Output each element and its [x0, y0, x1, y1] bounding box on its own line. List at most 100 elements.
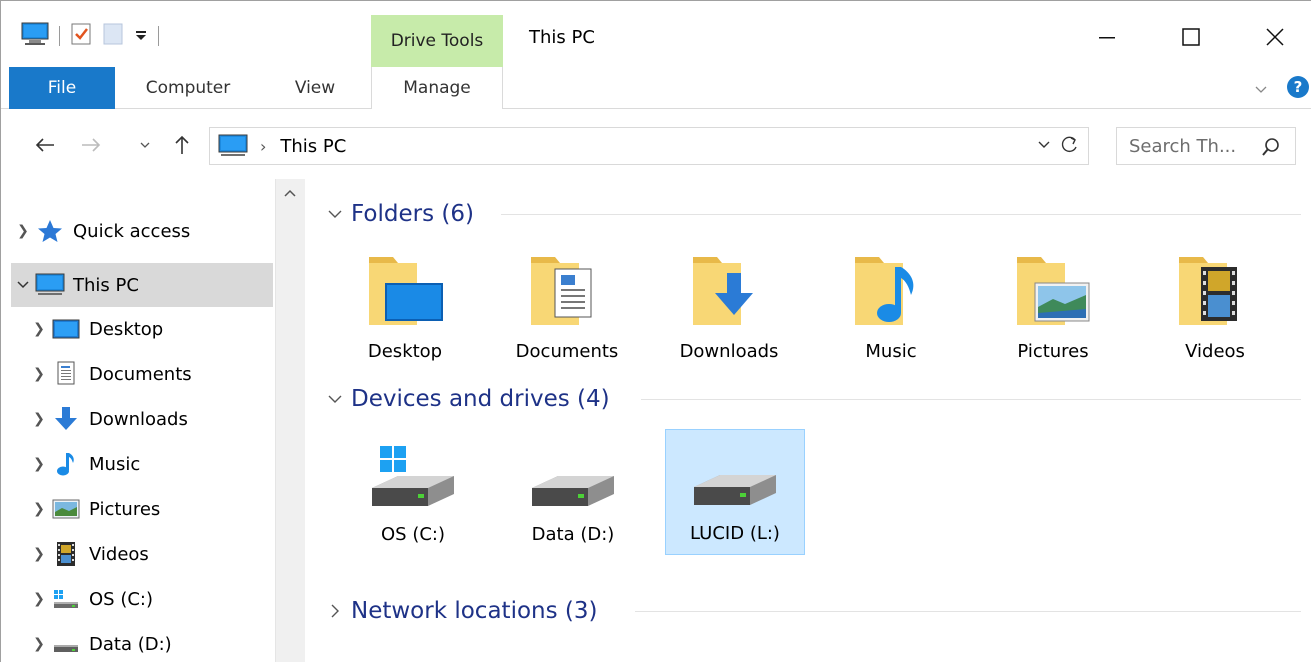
breadcrumb-this-pc[interactable]: This PC — [280, 136, 346, 157]
up-button[interactable] — [167, 127, 197, 163]
sidebar-item-videos[interactable]: ❯ Videos — [27, 532, 273, 576]
sidebar-item-os-c[interactable]: ❯ OS (C:) — [27, 577, 273, 621]
folder-tile-music[interactable]: Music — [821, 249, 961, 369]
sidebar-item-pictures[interactable]: ❯ Pictures — [27, 487, 273, 531]
recent-locations-button[interactable] — [133, 127, 157, 163]
drive-label: LUCID (L:) — [690, 523, 780, 544]
chevron-down-icon — [328, 395, 342, 403]
sidebar-item-data-d[interactable]: ❯ Data (D:) — [27, 622, 273, 662]
close-button[interactable] — [1247, 17, 1303, 57]
videos-folder-icon — [1175, 249, 1255, 329]
drive-icon — [51, 631, 81, 657]
folder-label: Desktop — [367, 341, 443, 362]
folders-group-header[interactable]: Folders (6) — [325, 197, 474, 231]
group-divider — [501, 214, 1301, 215]
sidebar-item-label: Pictures — [89, 498, 161, 520]
tab-computer[interactable]: Computer — [129, 67, 247, 109]
breadcrumb-separator-icon: › — [260, 136, 267, 156]
sidebar-item-label: Videos — [89, 543, 149, 565]
group-divider — [635, 611, 1301, 612]
folder-tile-documents[interactable]: Documents — [497, 249, 637, 369]
drive-tile-data-d[interactable]: Data (D:) — [503, 429, 643, 555]
folders-group-title: Folders (6) — [351, 201, 474, 227]
star-icon — [35, 218, 65, 244]
sidebar-item-this-pc[interactable]: This PC — [11, 263, 273, 307]
maximize-icon — [1182, 28, 1200, 46]
sidebar-item-desktop[interactable]: ❯ Desktop — [27, 307, 273, 351]
sidebar-item-quick-access[interactable]: ❯ Quick access — [11, 209, 273, 253]
folder-tile-desktop[interactable]: Desktop — [335, 249, 475, 369]
devices-group-title: Devices and drives (4) — [351, 386, 610, 412]
navigation-row: › This PC Search Th... — [1, 121, 1311, 169]
drive-label: Data (D:) — [531, 524, 615, 545]
pictures-folder-icon — [1013, 249, 1093, 329]
windows-drive-icon — [368, 442, 458, 512]
content-pane: Folders (6) Desktop Documents Downloads — [313, 179, 1311, 662]
back-button[interactable] — [27, 127, 63, 163]
sidebar-item-documents[interactable]: ❯ Documents — [27, 352, 273, 396]
close-icon — [1266, 28, 1284, 46]
chevron-right-icon[interactable]: ❯ — [27, 321, 51, 337]
ribbon-tab-bar: File Computer View Manage ? — [1, 67, 1311, 109]
film-strip-icon — [51, 541, 81, 567]
hard-drive-icon — [690, 441, 780, 511]
address-bar[interactable]: › This PC — [209, 127, 1089, 165]
network-group-header[interactable]: Network locations (3) — [325, 594, 597, 628]
expand-ribbon-button[interactable] — [1251, 79, 1271, 99]
tab-file[interactable]: File — [9, 67, 115, 109]
devices-group-header[interactable]: Devices and drives (4) — [325, 382, 610, 416]
folder-tile-downloads[interactable]: Downloads — [659, 249, 799, 369]
folder-tile-pictures[interactable]: Pictures — [983, 249, 1123, 369]
scroll-up-icon[interactable] — [283, 183, 297, 204]
forward-button[interactable] — [73, 127, 109, 163]
drive-tile-lucid-l[interactable]: LUCID (L:) — [665, 429, 805, 555]
sidebar-item-music[interactable]: ❯ Music — [27, 442, 273, 486]
chevron-right-icon[interactable]: ❯ — [27, 456, 51, 472]
sidebar-item-label: Desktop — [89, 318, 164, 340]
music-note-icon — [51, 451, 81, 477]
chevron-down-icon — [1255, 86, 1267, 93]
chevron-down-icon[interactable] — [11, 278, 35, 292]
navigation-pane-scrollbar[interactable] — [275, 179, 305, 662]
tab-view[interactable]: View — [273, 67, 357, 109]
drive-tools-contextual-tab: Drive Tools — [371, 15, 503, 67]
new-folder-icon[interactable] — [102, 22, 124, 51]
help-button[interactable]: ? — [1286, 75, 1310, 99]
sidebar-item-label: Quick access — [73, 220, 191, 242]
computer-icon[interactable] — [21, 21, 49, 52]
folder-tile-videos[interactable]: Videos — [1145, 249, 1285, 369]
chevron-right-icon — [331, 604, 339, 618]
sidebar-item-label: Downloads — [89, 408, 188, 430]
address-dropdown-button[interactable] — [1036, 136, 1052, 157]
folder-label: Music — [865, 341, 917, 362]
chevron-right-icon[interactable]: ❯ — [27, 591, 51, 607]
chevron-down-icon — [328, 210, 342, 218]
qat-separator — [59, 26, 60, 46]
minimize-button[interactable] — [1079, 17, 1135, 57]
properties-icon[interactable] — [70, 22, 92, 51]
chevron-right-icon[interactable]: ❯ — [27, 636, 51, 652]
customize-qat-icon[interactable] — [134, 26, 148, 47]
this-pc-icon — [218, 134, 248, 158]
music-folder-icon — [851, 249, 931, 329]
chevron-right-icon[interactable]: ❯ — [27, 501, 51, 517]
title-bar: Drive Tools This PC — [1, 1, 1311, 67]
minimize-icon — [1099, 37, 1115, 39]
drive-tile-os-c[interactable]: OS (C:) — [343, 429, 483, 555]
maximize-button[interactable] — [1163, 17, 1219, 57]
search-box[interactable]: Search Th... — [1116, 127, 1296, 165]
tab-manage[interactable]: Manage — [371, 67, 503, 109]
refresh-button[interactable] — [1060, 135, 1080, 160]
search-input[interactable]: Search Th... — [1129, 136, 1236, 157]
sidebar-item-downloads[interactable]: ❯ Downloads — [27, 397, 273, 441]
chevron-right-icon[interactable]: ❯ — [27, 366, 51, 382]
search-icon — [1261, 137, 1281, 162]
folder-label: Videos — [1185, 341, 1245, 362]
chevron-right-icon[interactable]: ❯ — [11, 223, 35, 239]
chevron-down-icon — [140, 142, 150, 148]
forward-arrow-icon — [82, 138, 101, 152]
chevron-right-icon[interactable]: ❯ — [27, 546, 51, 562]
chevron-right-icon[interactable]: ❯ — [27, 411, 51, 427]
group-divider — [641, 399, 1301, 400]
sidebar-item-label: Data (D:) — [89, 633, 172, 655]
